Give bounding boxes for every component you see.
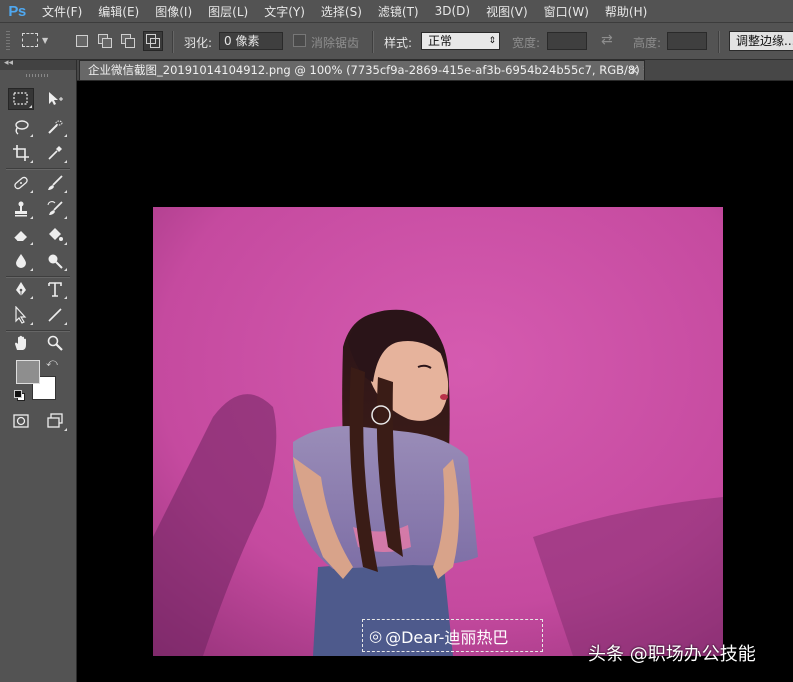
antialias-label: 消除锯齿 xyxy=(311,36,360,50)
menu-edit[interactable]: 编辑(E) xyxy=(90,3,147,20)
path-selection-icon xyxy=(15,306,27,324)
quick-selection-tool[interactable] xyxy=(42,116,68,138)
crop-tool[interactable] xyxy=(8,142,34,164)
feather-label: 羽化: xyxy=(184,36,213,50)
menu-3d[interactable]: 3D(D) xyxy=(427,4,478,18)
pen-tool[interactable] xyxy=(8,278,34,300)
pen-icon xyxy=(16,282,26,296)
close-tab-icon[interactable]: × xyxy=(629,63,639,77)
lasso-icon xyxy=(15,120,29,135)
brush-icon xyxy=(48,175,63,190)
path-selection-tool[interactable] xyxy=(8,304,34,326)
intersect-selection-icon[interactable] xyxy=(143,31,163,51)
document-image[interactable] xyxy=(153,207,723,656)
history-brush-tool[interactable] xyxy=(42,198,68,220)
screen-mode-button[interactable] xyxy=(42,410,68,432)
subtract-from-selection-icon[interactable] xyxy=(120,33,136,49)
options-grip[interactable] xyxy=(6,31,10,51)
move-tool[interactable] xyxy=(42,88,68,110)
lasso-tool[interactable] xyxy=(8,116,34,138)
add-to-selection-icon[interactable] xyxy=(97,33,113,49)
rectangular-marquee-icon xyxy=(13,92,28,105)
quick-selection-icon xyxy=(48,120,63,134)
menu-bar: Ps 文件(F) 编辑(E) 图像(I) 图层(L) 文字(Y) 选择(S) 滤… xyxy=(0,0,793,23)
toutiao-brand-watermark: 头条 @职场办公技能 xyxy=(588,644,756,665)
foreground-color-swatch-top[interactable] xyxy=(16,360,40,384)
options-separator xyxy=(372,31,374,53)
swap-dimensions-icon[interactable]: ⇄ xyxy=(601,32,613,48)
paint-bucket-tool[interactable] xyxy=(42,224,68,246)
menu-help[interactable]: 帮助(H) xyxy=(597,3,655,20)
zoom-icon xyxy=(47,335,63,351)
clone-stamp-tool[interactable] xyxy=(8,198,34,220)
eraser-tool[interactable] xyxy=(8,224,34,246)
dodge-icon xyxy=(48,254,63,269)
crop-icon xyxy=(13,145,29,161)
default-colors-icon[interactable] xyxy=(14,390,25,401)
menu-file[interactable]: 文件(F) xyxy=(34,3,90,20)
move-icon xyxy=(49,92,63,105)
select-arrows-icon: ⇕ xyxy=(488,36,496,46)
dodge-tool[interactable] xyxy=(42,250,68,272)
quick-mask-button[interactable] xyxy=(8,410,34,432)
options-bar: ▼ 羽化: 0 像素 消除锯齿 样式: 正常 ⇕ 宽度: ⇄ 高度: 调整边缘.… xyxy=(0,23,793,60)
history-brush-icon xyxy=(47,201,63,215)
style-select[interactable]: 正常 ⇕ xyxy=(421,32,500,50)
menu-filter[interactable]: 滤镜(T) xyxy=(370,3,427,20)
menu-select[interactable]: 选择(S) xyxy=(313,3,370,20)
eraser-icon xyxy=(13,231,27,242)
band-aid-icon xyxy=(14,176,28,190)
droplet-icon xyxy=(16,254,26,268)
toolbox-grip[interactable] xyxy=(26,74,48,77)
feather-input[interactable]: 0 像素 xyxy=(219,32,283,50)
marquee-preset-icon[interactable] xyxy=(22,33,38,47)
preset-caret-icon[interactable]: ▼ xyxy=(42,36,48,45)
width-input[interactable] xyxy=(547,32,587,50)
antialias-checkbox[interactable] xyxy=(293,34,306,47)
type-tool[interactable] xyxy=(42,278,68,300)
options-separator xyxy=(172,31,174,53)
swap-colors-icon[interactable]: ⤺ xyxy=(46,356,58,370)
hand-icon xyxy=(15,335,26,350)
options-separator xyxy=(718,31,720,53)
eyedropper-icon xyxy=(48,146,62,160)
document-tab[interactable]: 企业微信截图_20191014104912.png @ 100% (7735cf… xyxy=(79,60,645,80)
spot-healing-brush-tool[interactable] xyxy=(8,172,34,194)
zoom-tool[interactable] xyxy=(42,332,68,354)
collapse-panel-icon[interactable]: ◂◂ xyxy=(4,58,13,68)
screen-mode-icon xyxy=(47,413,63,428)
style-label: 样式: xyxy=(384,36,413,50)
toolbox-panel: ◂◂ ⤺ xyxy=(0,58,77,682)
toolbox-header[interactable]: ◂◂ xyxy=(0,58,76,70)
stamp-icon xyxy=(15,201,27,217)
eyedropper-tool[interactable] xyxy=(42,142,68,164)
watermark-selection[interactable]: ◎ @Dear-迪丽热巴 xyxy=(362,619,543,652)
photoshop-logo: Ps xyxy=(8,2,26,20)
refine-edge-button[interactable]: 调整边缘... xyxy=(729,31,793,51)
portrait-photo xyxy=(153,207,723,656)
menu-image[interactable]: 图像(I) xyxy=(147,3,200,20)
line-icon xyxy=(48,308,62,322)
height-label: 高度: xyxy=(633,36,662,50)
quick-mask-icon xyxy=(13,414,29,428)
document-tab-bar: 企业微信截图_20191014104912.png @ 100% (7735cf… xyxy=(77,60,793,81)
line-tool[interactable] xyxy=(42,304,68,326)
style-select-value: 正常 xyxy=(428,34,453,48)
menu-type[interactable]: 文字(Y) xyxy=(256,3,313,20)
new-selection-icon[interactable] xyxy=(74,33,90,49)
menu-layer[interactable]: 图层(L) xyxy=(200,3,256,20)
height-input[interactable] xyxy=(667,32,707,50)
weibo-icon: ◎ xyxy=(369,626,383,645)
hand-tool[interactable] xyxy=(8,332,34,354)
toolbox-separator xyxy=(6,168,70,170)
menu-window[interactable]: 窗口(W) xyxy=(536,3,597,20)
brush-tool[interactable] xyxy=(42,172,68,194)
rectangular-marquee-tool[interactable] xyxy=(8,88,34,110)
menu-view[interactable]: 视图(V) xyxy=(478,3,536,20)
paint-bucket-icon xyxy=(49,228,63,241)
type-icon xyxy=(48,282,62,297)
watermark-text: @Dear-迪丽热巴 xyxy=(385,627,509,647)
width-label: 宽度: xyxy=(512,36,541,50)
blur-tool[interactable] xyxy=(8,250,34,272)
